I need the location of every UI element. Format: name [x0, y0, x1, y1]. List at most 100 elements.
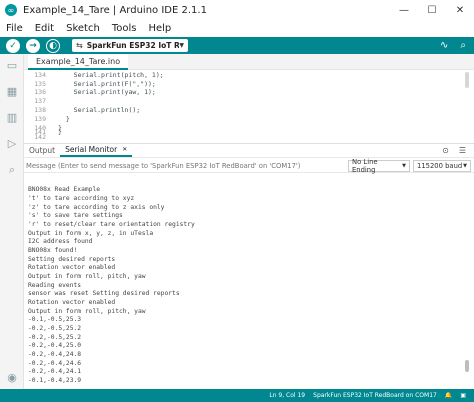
menu-edit[interactable]: Edit [29, 23, 60, 34]
code-line: 138 Serial.println(); [24, 106, 464, 115]
line-number: 139 [34, 115, 46, 123]
tab-serial-monitor[interactable]: Serial Monitor ✕ [60, 144, 133, 157]
window-title: Example_14_Tare | Arduino IDE 2.1.1 [23, 4, 207, 16]
serial-line: -0.1,-0.5,25.3 [28, 316, 82, 323]
code-text: Serial.print(yaw, 1); [58, 88, 156, 96]
debug-button[interactable]: ◐ [46, 38, 60, 53]
serial-line: 's' to save tare settings [28, 212, 123, 219]
menu-file[interactable]: File [0, 23, 29, 34]
library-icon[interactable]: ▥ [6, 112, 18, 124]
line-number: 142 [34, 133, 46, 141]
line-number: 134 [34, 71, 46, 79]
serial-line: -0.2,-0.4,24.8 [28, 351, 82, 358]
code-editor[interactable]: 134 Serial.print(pitch, 1); 135 Serial.p… [24, 70, 464, 142]
menu-tools[interactable]: Tools [106, 23, 143, 34]
clear-output-icon[interactable]: ☰ [459, 146, 466, 155]
tab-serial-monitor-label: Serial Monitor [65, 145, 118, 154]
serial-line: Output in form roll, pitch, yaw [28, 308, 146, 315]
serial-line: I2C address found [28, 238, 93, 245]
board-icon[interactable]: ▦ [6, 86, 18, 98]
title-bar: ∞ Example_14_Tare | Arduino IDE 2.1.1 — … [0, 0, 474, 20]
chevron-down-icon: ▼ [463, 163, 467, 169]
serial-line: -0.2,-0.5,25.2 [28, 334, 82, 341]
serial-line: -0.2,-0.4,24.6 [28, 360, 82, 367]
connected-board[interactable]: SparkFun ESP32 IoT RedBoard on COM17 [313, 392, 437, 399]
editor-tab[interactable]: Example_14_Tare.ino [28, 54, 129, 70]
serial-plotter-button[interactable]: ∿ [440, 40, 448, 51]
line-ending-select[interactable]: No Line Ending ▼ [348, 158, 410, 174]
code-line: 136 Serial.print(yaw, 1); [24, 88, 464, 97]
terminal-icon[interactable]: ▣ [460, 392, 466, 399]
board-selector[interactable]: ⇆ SparkFun ESP32 IoT Re... ▼ [72, 39, 188, 52]
line-ending-value: No Line Ending [352, 158, 378, 174]
minimize-button[interactable]: — [390, 0, 418, 20]
serial-line: Output in form x, y, z, in uTesla [28, 230, 154, 237]
tab-output[interactable]: Output [24, 144, 60, 157]
editor-scrollbar[interactable] [465, 72, 469, 88]
serial-line: Setting desired reports [28, 256, 116, 263]
serial-monitor-button[interactable]: ⌕ [460, 40, 466, 51]
serial-line: -0.2,-0.4,25.0 [28, 342, 82, 349]
baud-rate-value: 115200 baud [417, 162, 463, 170]
toolbar-right: ∿ ⌕ [440, 37, 466, 54]
window-controls: — ☐ ✕ [390, 0, 474, 20]
menu-sketch[interactable]: Sketch [60, 23, 106, 34]
serial-line: 't' to tare according to xyz [28, 195, 135, 202]
line-number: 135 [34, 80, 46, 88]
serial-line: BNO08x found! [28, 247, 78, 254]
serial-message-input[interactable] [26, 159, 346, 172]
serial-line: 'r' to reset/clear tare orientation regi… [28, 221, 195, 228]
line-number: 137 [34, 97, 46, 105]
sidebar: ▭ ▦ ▥ ▷ ⌕ ◉ [0, 54, 24, 389]
folder-icon[interactable]: ▭ [6, 60, 18, 72]
serial-line: sensor was reset Setting desired reports [28, 290, 180, 297]
board-selector-label: SparkFun ESP32 IoT Re... [86, 41, 180, 50]
code-line: 137 [24, 97, 464, 106]
upload-button[interactable]: → [26, 38, 40, 53]
code-text: Serial.print(pitch, 1); [58, 71, 164, 79]
notification-icon[interactable]: 🔔 [445, 392, 452, 399]
code-line: 139 } [24, 115, 464, 124]
account-icon[interactable]: ◉ [6, 372, 18, 384]
serial-line: Output in form roll, pitch, yaw [28, 273, 146, 280]
serial-line: -0.2,-0.4,24.1 [28, 368, 82, 375]
serial-output[interactable]: BNO08x Read Example 't' to tare accordin… [24, 174, 464, 388]
bottom-panel-tabs: Output Serial Monitor ✕ ⊙ ☰ [24, 143, 474, 157]
close-window-button[interactable]: ✕ [446, 0, 474, 20]
arduino-ide-window: ∞ Example_14_Tare | Arduino IDE 2.1.1 — … [0, 0, 474, 402]
code-line: 134 Serial.print(pitch, 1); [24, 71, 464, 80]
menu-bar: File Edit Sketch Tools Help [0, 20, 474, 37]
usb-icon: ⇆ [76, 41, 83, 50]
search-icon[interactable]: ⌕ [6, 164, 18, 176]
cursor-position: Ln 9, Col 19 [269, 392, 306, 399]
serial-scrollbar[interactable] [465, 360, 469, 372]
serial-line: BNO08x Read Example [28, 186, 101, 193]
arduino-logo-icon: ∞ [5, 4, 17, 16]
chevron-down-icon: ▼ [402, 163, 406, 169]
status-bar: Ln 9, Col 19 SparkFun ESP32 IoT RedBoard… [0, 389, 474, 402]
editor-tab-label: Example_14_Tare.ino [36, 56, 121, 66]
serial-line: -0.2,-0.5,25.2 [28, 325, 82, 332]
line-number: 136 [34, 88, 46, 96]
timestamp-toggle-icon[interactable]: ⊙ [442, 146, 449, 155]
code-text: Serial.println(); [58, 106, 141, 114]
serial-line: 'z' to tare according to z axis only [28, 204, 165, 211]
serial-line: -0.1,-0.4,23.9 [28, 377, 82, 384]
serial-message-row: No Line Ending ▼ 115200 baud ▼ [24, 157, 474, 174]
verify-button[interactable]: ✓ [6, 38, 20, 53]
code-text: Serial.print(F(",")); [58, 80, 156, 88]
menu-help[interactable]: Help [142, 23, 177, 34]
maximize-button[interactable]: ☐ [418, 0, 446, 20]
serial-line: Reading events [28, 282, 82, 289]
code-text: } [58, 115, 70, 123]
serial-line: Rotation vector enabled [28, 299, 116, 306]
panel-icons: ⊙ ☰ [442, 146, 466, 155]
baud-rate-select[interactable]: 115200 baud ▼ [413, 160, 471, 172]
debug-icon[interactable]: ▷ [6, 138, 18, 150]
line-number: 138 [34, 106, 46, 114]
chevron-down-icon: ▼ [179, 42, 184, 49]
toolbar: ✓ → ◐ ⇆ SparkFun ESP32 IoT Re... ▼ ∿ ⌕ [0, 37, 474, 54]
editor-tab-bar: Example_14_Tare.ino [24, 54, 474, 70]
close-icon[interactable]: ✕ [122, 146, 127, 153]
serial-line: Rotation vector enabled [28, 264, 116, 271]
